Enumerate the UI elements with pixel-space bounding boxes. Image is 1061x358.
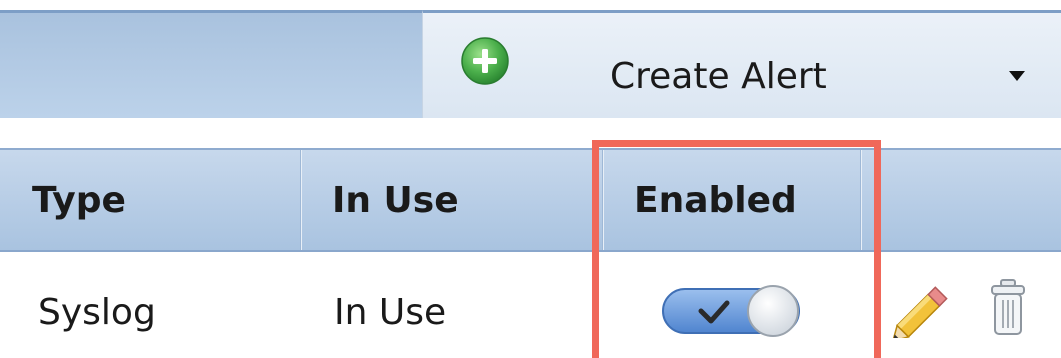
cell-type: Syslog <box>38 292 156 333</box>
plus-circle-icon <box>461 37 509 85</box>
enabled-toggle[interactable] <box>661 283 801 339</box>
column-header-in-use[interactable]: In Use <box>332 180 459 221</box>
create-alert-dropdown: Create Alert <box>422 10 1061 118</box>
caret-down-icon[interactable] <box>1006 69 1028 83</box>
column-divider <box>300 150 302 250</box>
column-divider <box>602 150 604 250</box>
create-alert-label: Create Alert <box>610 56 827 97</box>
toolbar-spacer <box>0 10 422 118</box>
trash-icon[interactable] <box>988 276 1028 338</box>
column-divider <box>860 150 862 250</box>
column-header-enabled[interactable]: Enabled <box>634 180 797 221</box>
alerts-panel: Create Alert Type In Use Enabled Syslog … <box>0 0 1061 358</box>
column-header-type[interactable]: Type <box>32 180 126 221</box>
pencil-icon[interactable] <box>892 280 956 338</box>
table-header: Type In Use Enabled <box>0 148 1061 252</box>
create-alert-button[interactable]: Create Alert <box>423 13 1061 118</box>
toolbar: Create Alert <box>0 10 1061 118</box>
cell-in-use: In Use <box>334 292 447 333</box>
